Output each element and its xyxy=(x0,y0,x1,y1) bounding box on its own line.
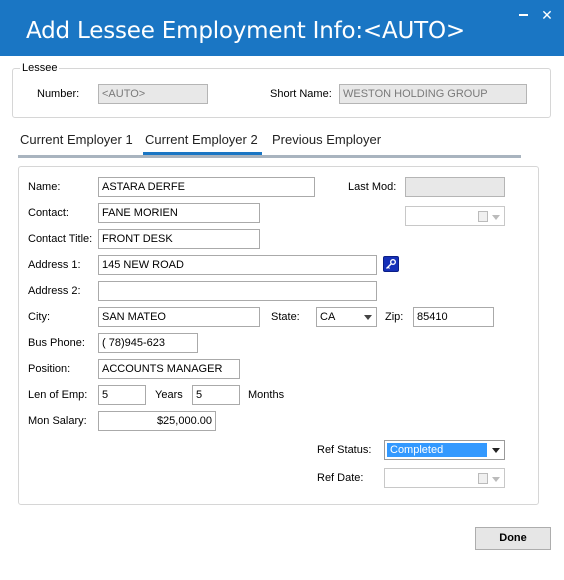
minimize-icon xyxy=(518,14,528,17)
months-label: Months xyxy=(248,389,285,401)
window-titlebar: Add Lessee Employment Info:<AUTO> ✕ xyxy=(0,0,564,56)
window-title: Add Lessee Employment Info:<AUTO> xyxy=(26,18,465,44)
name-field[interactable]: ASTARA DERFE xyxy=(98,177,315,197)
contact-label: Contact: xyxy=(28,207,69,219)
len-emp-label: Len of Emp: xyxy=(28,389,88,401)
months-field[interactable]: 5 xyxy=(192,385,240,405)
last-mod-label: Last Mod: xyxy=(348,181,397,193)
name-label: Name: xyxy=(28,181,61,193)
address1-label: Address 1: xyxy=(28,259,81,271)
tab-previous-employer[interactable]: Previous Employer xyxy=(272,132,381,147)
contact-title-field[interactable]: FRONT DESK xyxy=(98,229,260,249)
key-icon xyxy=(386,259,396,269)
chevron-down-icon xyxy=(492,477,500,482)
city-label: City: xyxy=(28,311,50,323)
ref-status-select[interactable]: Completed xyxy=(384,440,505,460)
minimize-button[interactable] xyxy=(512,6,534,24)
short-name-field: WESTON HOLDING GROUP xyxy=(339,84,527,104)
city-field[interactable]: SAN MATEO xyxy=(98,307,260,327)
address2-field[interactable] xyxy=(98,281,377,301)
ref-status-value: Completed xyxy=(387,443,487,457)
address-lookup-button[interactable] xyxy=(383,256,399,272)
done-button[interactable]: Done xyxy=(475,527,551,550)
chevron-down-icon xyxy=(364,315,372,320)
short-name-label: Short Name: xyxy=(270,88,332,100)
tab-current-employer-1[interactable]: Current Employer 1 xyxy=(20,132,133,147)
ref-date-label: Ref Date: xyxy=(317,472,364,484)
mon-salary-label: Mon Salary: xyxy=(28,415,87,427)
lessee-legend: Lessee xyxy=(20,62,60,74)
zip-field[interactable]: 85410 xyxy=(413,307,494,327)
contact-title-label: Contact Title: xyxy=(28,233,93,245)
tab-current-employer-2[interactable]: Current Employer 2 xyxy=(143,132,262,155)
state-label: State: xyxy=(271,311,300,323)
state-value: CA xyxy=(320,311,336,323)
years-label: Years xyxy=(155,389,183,401)
years-field[interactable]: 5 xyxy=(98,385,146,405)
zip-label: Zip: xyxy=(385,311,404,323)
last-mod-date-picker xyxy=(405,206,505,226)
ref-date-picker[interactable] xyxy=(384,468,505,488)
close-button[interactable]: ✕ xyxy=(536,6,558,24)
bus-phone-label: Bus Phone: xyxy=(28,337,85,349)
mon-salary-field[interactable]: $25,000.00 xyxy=(98,411,216,431)
last-mod-field xyxy=(405,177,505,197)
chevron-down-icon xyxy=(492,215,500,220)
position-field[interactable]: ACCOUNTS MANAGER xyxy=(98,359,240,379)
employer-tabs: Current Employer 1 Current Employer 2 Pr… xyxy=(18,128,521,158)
number-label: Number: xyxy=(37,88,80,100)
calendar-icon xyxy=(478,211,488,222)
number-field: <AUTO> xyxy=(98,84,208,104)
ref-status-label: Ref Status: xyxy=(317,444,372,456)
calendar-icon xyxy=(478,473,488,484)
state-select[interactable]: CA xyxy=(316,307,377,327)
address2-label: Address 2: xyxy=(28,285,81,297)
position-label: Position: xyxy=(28,363,71,375)
chevron-down-icon xyxy=(492,448,500,453)
bus-phone-field[interactable]: ( 78)945-623 xyxy=(98,333,198,353)
address1-field[interactable]: 145 NEW ROAD xyxy=(98,255,377,275)
contact-field[interactable]: FANE MORIEN xyxy=(98,203,260,223)
